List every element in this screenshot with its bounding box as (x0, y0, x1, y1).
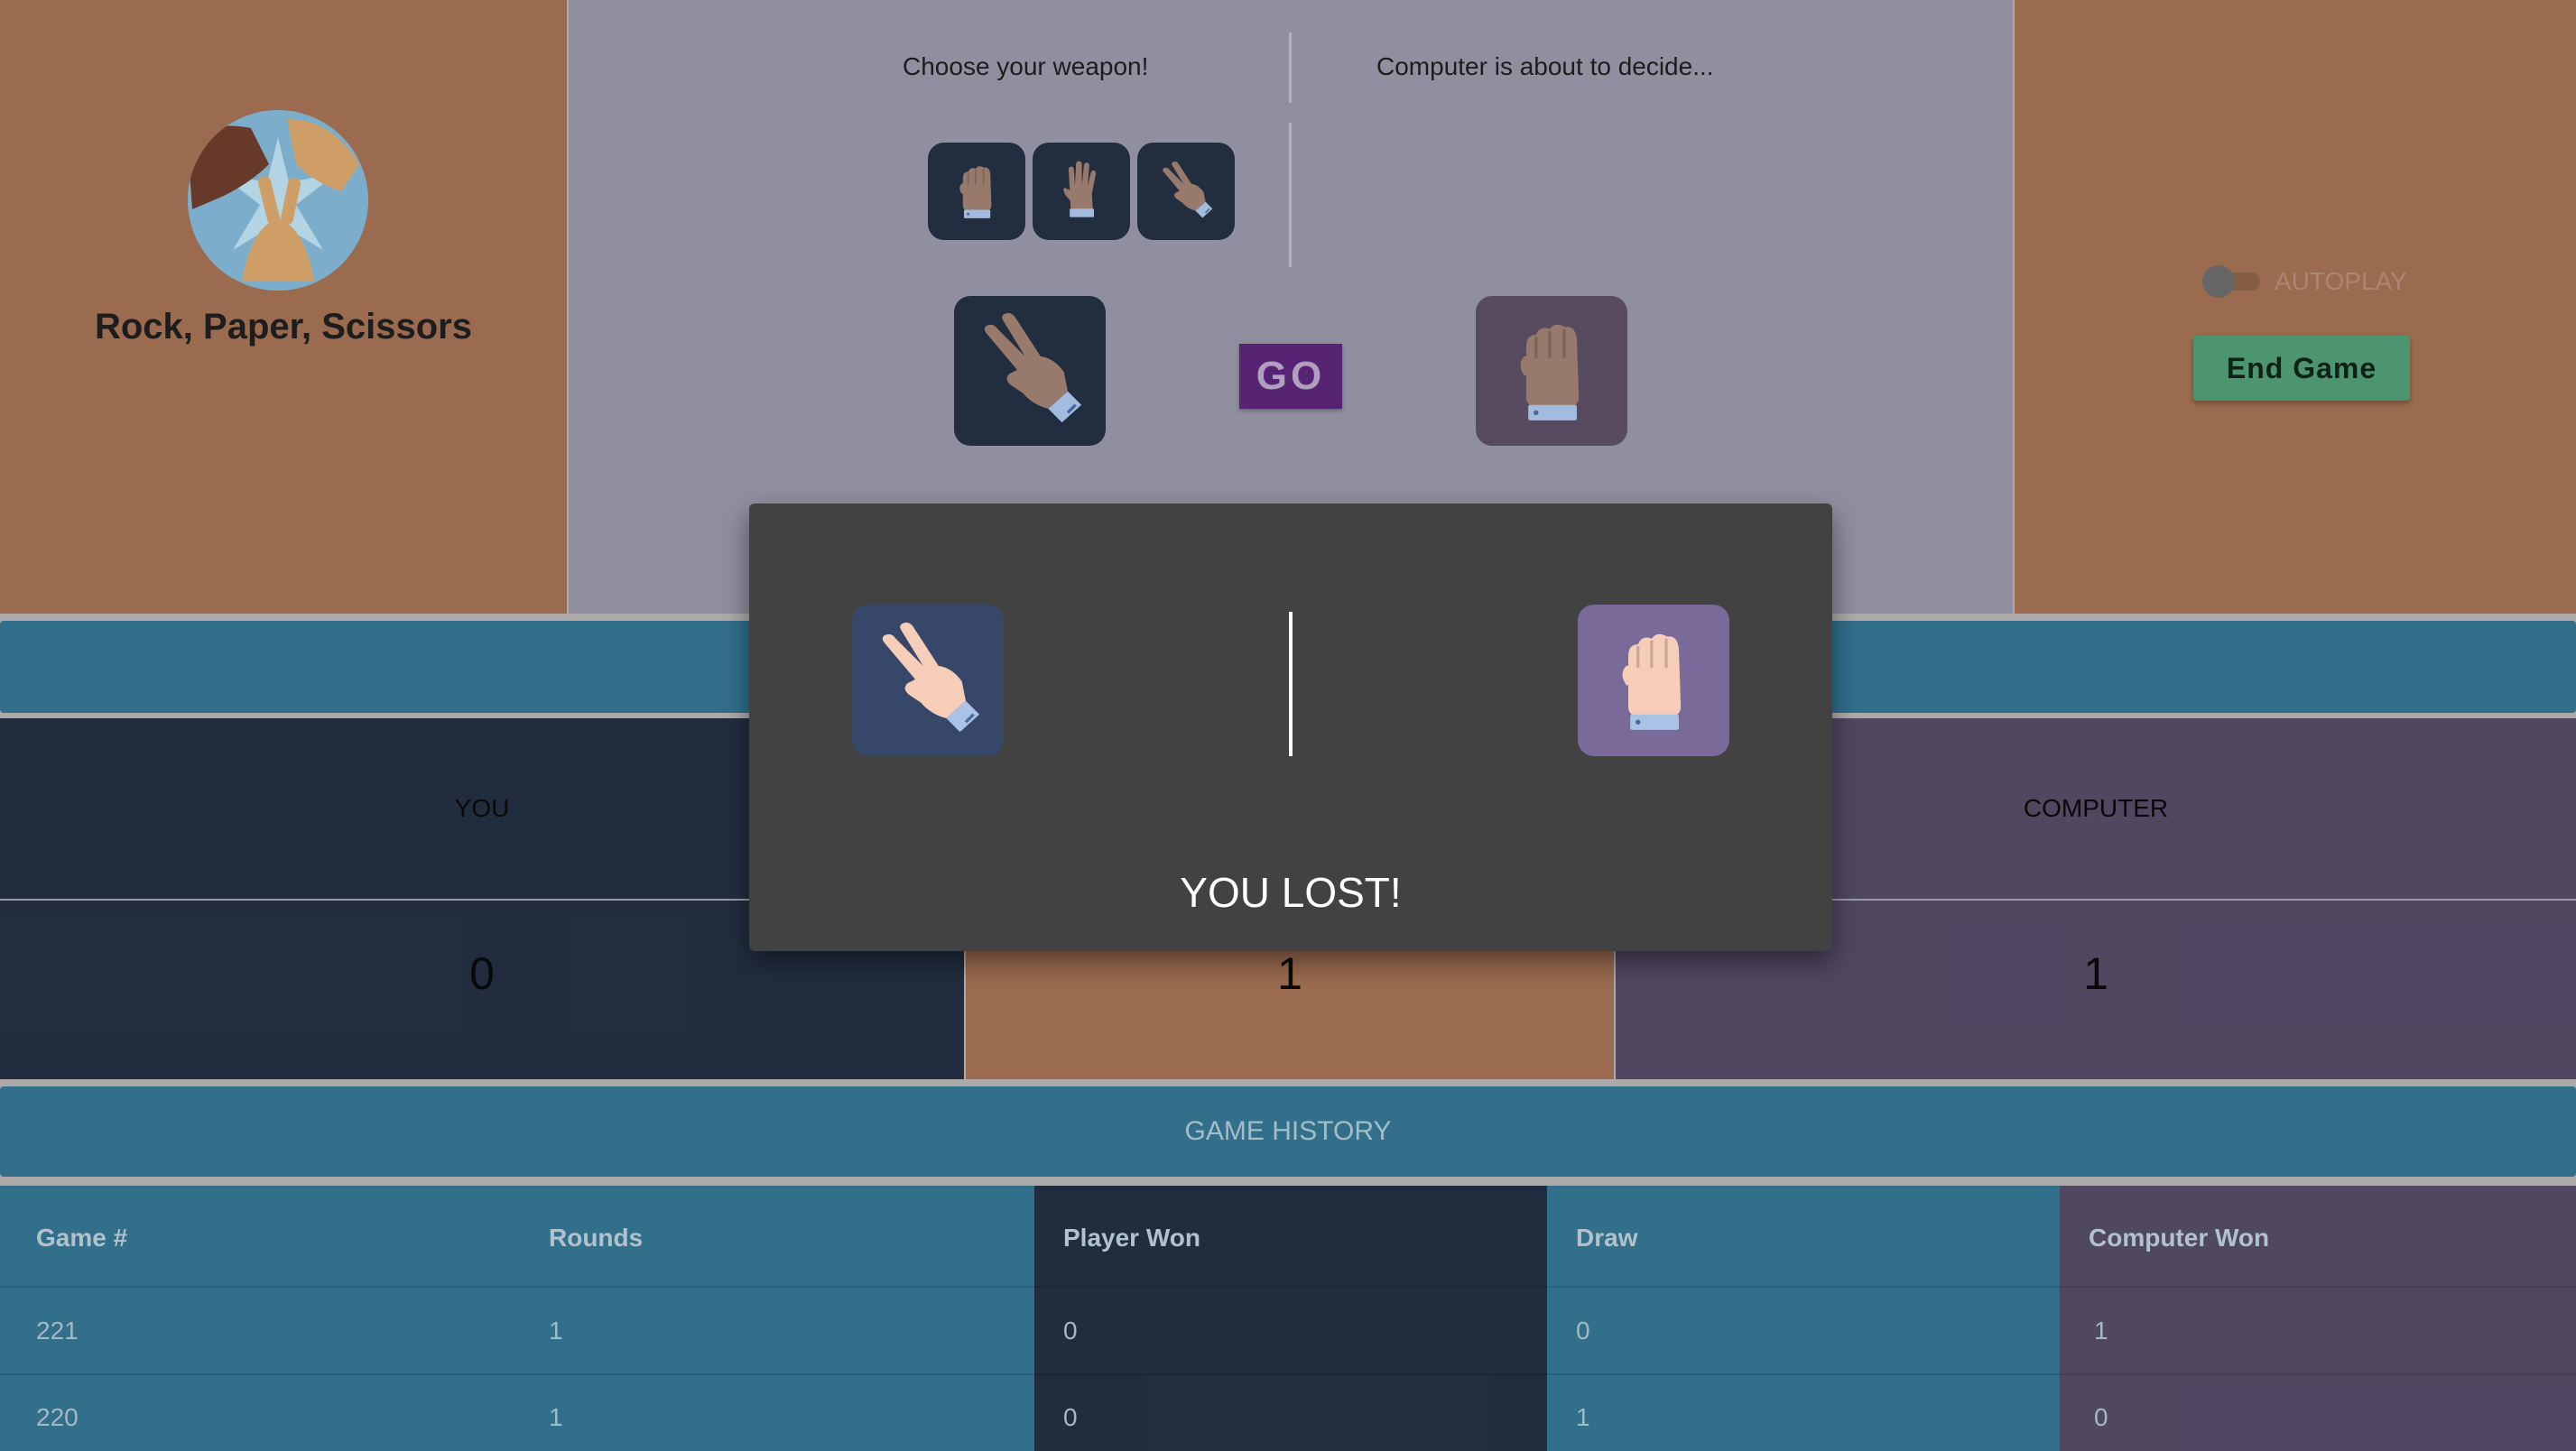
modal-player-tile (852, 605, 1004, 756)
scissors-hand-icon (865, 617, 991, 744)
result-message: YOU LOST! (1180, 869, 1402, 916)
fist-icon (1604, 617, 1703, 744)
modal-divider (1289, 612, 1293, 756)
modal-computer-tile (1578, 605, 1729, 756)
result-modal: YOU LOST! (749, 504, 1832, 951)
